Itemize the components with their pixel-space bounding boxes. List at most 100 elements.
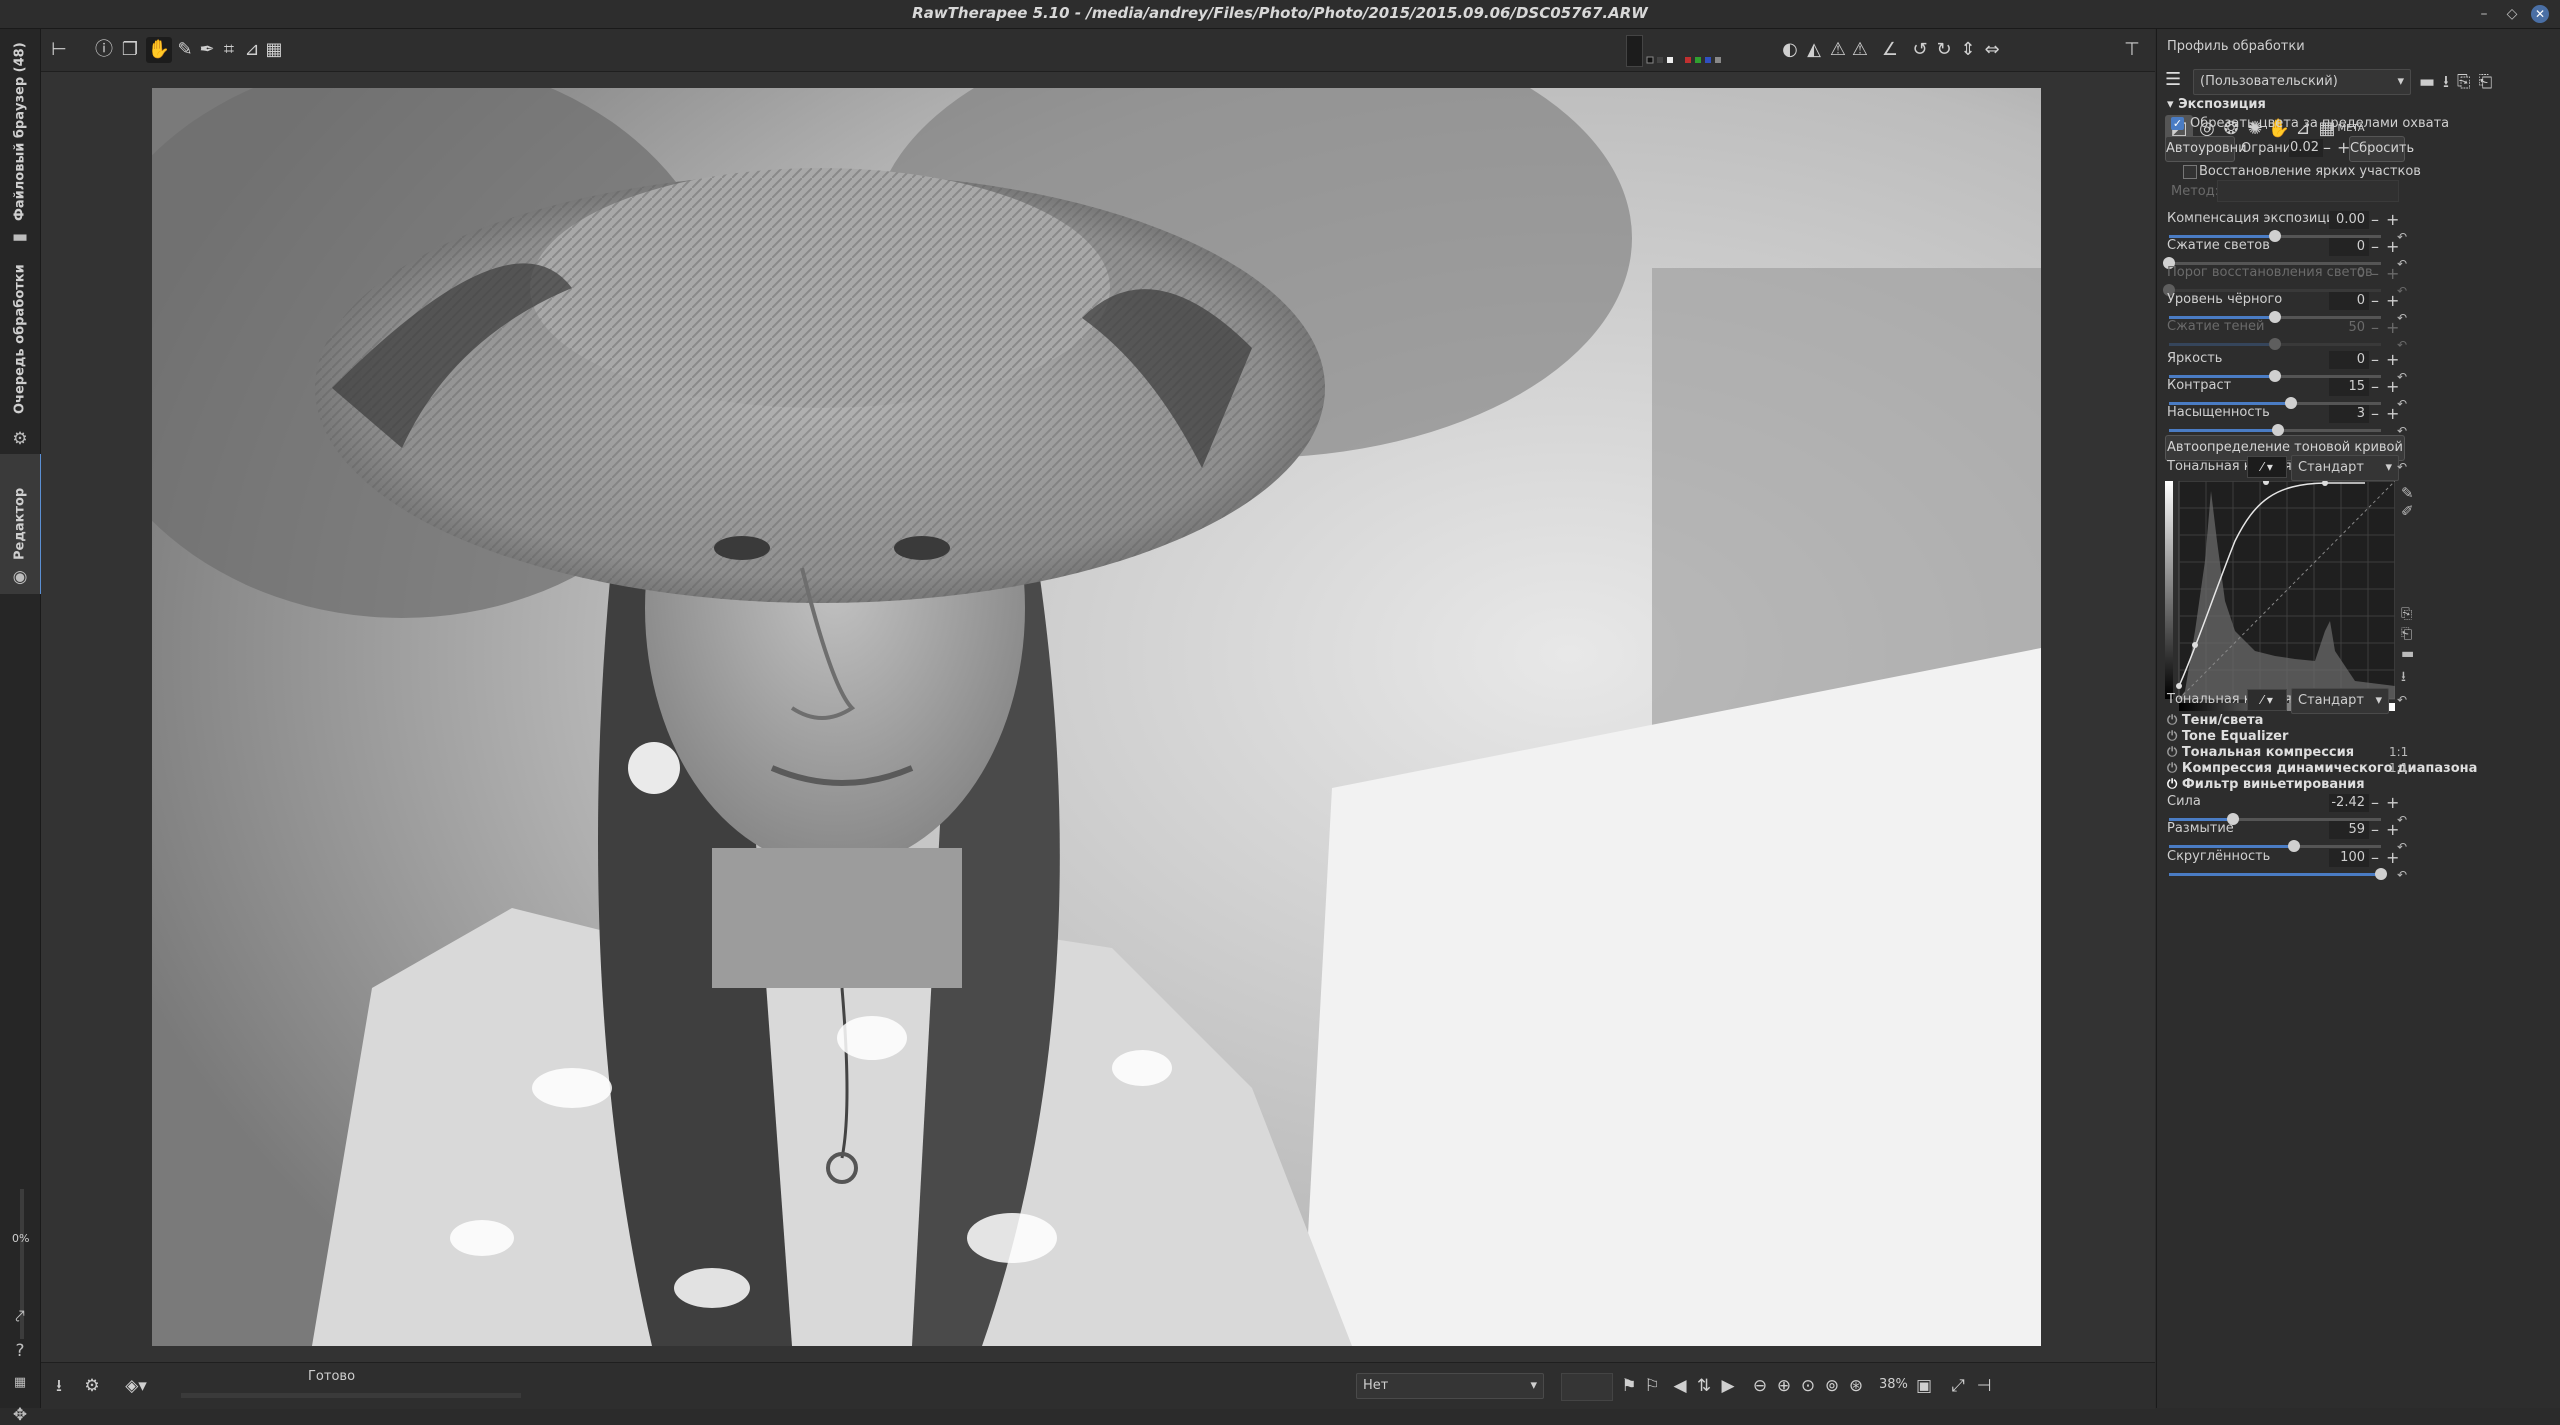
color-picker-icon[interactable]: ▦ (10, 1373, 30, 1393)
compare-dropdown[interactable]: Нет ▾ (1356, 1373, 1544, 1399)
prev-image-icon[interactable]: ◀ (1667, 1373, 1693, 1399)
new-detail-window-icon[interactable]: ▣ (1911, 1373, 1937, 1399)
limit-value[interactable]: 0.02 (2289, 139, 2323, 157)
exposure-minus-5[interactable]: – (2371, 351, 2379, 369)
power-icon[interactable]: ⏻ (2167, 777, 2182, 792)
exposure-plus-6[interactable]: + (2386, 378, 2399, 396)
perspective-icon[interactable]: ▦ (261, 37, 287, 63)
select-icon[interactable]: ⚐ (1639, 1373, 1665, 1399)
curve-edit-point-icon[interactable]: ✎ (2401, 484, 2414, 502)
power-icon[interactable]: ⏻ (2167, 745, 2182, 760)
vignette-plus-1[interactable]: + (2386, 821, 2399, 839)
preview-channel-buttons[interactable] (1645, 49, 1765, 64)
tab-file-browser[interactable]: Файловый браузер (48) (0, 37, 40, 227)
vignette-slider-2[interactable] (2169, 868, 2387, 880)
close-icon[interactable]: ✕ (2531, 5, 2549, 23)
vignette-reset-icon-2[interactable]: ↶ (2397, 868, 2407, 882)
exposure-slider-7[interactable] (2169, 424, 2381, 436)
highlight-recovery-checkbox[interactable] (2183, 165, 2197, 179)
send-icon[interactable]: ⤤ (10, 1307, 30, 1327)
exposure-minus-2[interactable]: – (2371, 265, 2379, 283)
curve1-type-button[interactable]: ⁄ ▾ (2247, 456, 2287, 478)
exposure-value-5[interactable]: 0 (2329, 351, 2369, 369)
next-image-icon[interactable]: ▶ (1715, 1373, 1741, 1399)
tool-header-4[interactable]: ⏻ Фильтр виньетирования (2167, 777, 2365, 792)
profile-list-icon[interactable]: ☰ (2165, 69, 2187, 91)
curve-save-icon[interactable]: ⭳ (2401, 666, 2406, 690)
histogram-icon[interactable]: ∠ (1877, 37, 1903, 63)
exposure-value-3[interactable]: 0 (2329, 292, 2369, 310)
restore-icon[interactable]: ◇ (2503, 5, 2521, 23)
gears-icon[interactable]: ⚙ (10, 429, 30, 449)
hide-panel-icon[interactable]: ⊤ (2119, 37, 2145, 63)
exposure-slider-knob-5[interactable] (2269, 370, 2281, 382)
flip-vertical-icon[interactable]: ⇕ (1955, 37, 1981, 63)
vignette-slider-1[interactable] (2169, 840, 2381, 852)
auto-levels-button[interactable]: Автоуровни (2165, 136, 2247, 162)
rotate-right-icon[interactable]: ↻ (1931, 37, 1957, 63)
exposure-plus-3[interactable]: + (2386, 292, 2399, 310)
exposure-minus-3[interactable]: – (2371, 292, 2379, 310)
power-icon[interactable]: ⏻ (2167, 761, 2182, 776)
exposure-minus-4[interactable]: – (2371, 319, 2379, 337)
tool-header-3[interactable]: ⏻ Компрессия динамического диапазона (2167, 761, 2477, 776)
channel-selector[interactable] (1626, 35, 1643, 67)
method-dropdown[interactable] (2217, 180, 2399, 202)
exposure-plus-7[interactable]: + (2386, 405, 2399, 423)
hand-tool-icon[interactable]: ✋ (146, 37, 172, 63)
power-icon[interactable]: ⏻ (2167, 713, 2182, 728)
minimize-icon[interactable]: – (2475, 5, 2493, 23)
exposure-value-2[interactable]: 0 (2329, 265, 2369, 283)
zoom-fit-icon[interactable]: ⊙ (1795, 1373, 1821, 1399)
save-icon[interactable]: ⭳ (46, 1373, 72, 1399)
external-editor-icon[interactable]: ◈▾ (116, 1373, 156, 1399)
exposure-minus-7[interactable]: – (2371, 405, 2379, 423)
help-icon[interactable]: ? (10, 1341, 30, 1361)
vignette-minus-0[interactable]: – (2371, 794, 2379, 812)
rotate-left-icon[interactable]: ↺ (1907, 37, 1933, 63)
curve-paste-icon[interactable]: ⎗ (2401, 626, 2412, 642)
tone-curve-editor[interactable] (2165, 479, 2396, 721)
vignette-value-2[interactable]: 100 (2329, 849, 2369, 867)
flip-horizontal-icon[interactable]: ⇔ (1979, 37, 2005, 63)
vignette-value-0[interactable]: -2.42 (2329, 794, 2369, 812)
folder-icon[interactable]: ▬ (10, 227, 30, 247)
power-icon[interactable]: ⏻ (2167, 729, 2182, 744)
hide-history-icon[interactable]: ⊢ (46, 37, 72, 63)
exposure-slider-4[interactable] (2169, 338, 2381, 350)
exposure-slider-knob-3[interactable] (2269, 311, 2281, 323)
zoom-in-icon[interactable]: ⊕ (1771, 1373, 1797, 1399)
vignette-slider-knob-1[interactable] (2288, 840, 2301, 852)
exposure-value-7[interactable]: 3 (2329, 405, 2369, 423)
curve1-reset-icon[interactable]: ↶ (2397, 460, 2407, 474)
exposure-section-header[interactable]: ▾ Экспозиция (2167, 97, 2266, 112)
exposure-value-1[interactable]: 0 (2329, 238, 2369, 256)
exposure-slider-knob-6[interactable] (2284, 397, 2297, 409)
zoom-fit-crop-icon[interactable]: ⊚ (1819, 1373, 1845, 1399)
exposure-value-6[interactable]: 15 (2329, 378, 2369, 396)
curve-copy-icon[interactable]: ⎘ (2401, 606, 2412, 622)
profile-actions[interactable]: ▬⭳⎘⎗ (2419, 69, 2500, 98)
exposure-slider-knob-4[interactable] (2269, 338, 2281, 350)
reset-button[interactable]: Сбросить (2349, 136, 2414, 162)
tool-header-1[interactable]: ⏻ Tone Equalizer (2167, 729, 2288, 744)
vignette-minus-1[interactable]: – (2371, 821, 2379, 839)
exposure-plus-0[interactable]: + (2386, 211, 2399, 229)
zoom-out-icon[interactable]: ⊖ (1747, 1373, 1773, 1399)
exposure-value-0[interactable]: 0.00 (2329, 211, 2369, 229)
exposure-value-4[interactable]: 50 (2329, 319, 2369, 337)
vignette-value-1[interactable]: 59 (2329, 821, 2369, 839)
hide-panels-icon[interactable]: ⊣ (1971, 1373, 1997, 1399)
vignette-minus-2[interactable]: – (2371, 849, 2379, 867)
exposure-minus-6[interactable]: – (2371, 378, 2379, 396)
curve2-type-button[interactable]: ⁄ ▾ (2247, 689, 2287, 711)
exposure-minus-0[interactable]: – (2371, 211, 2379, 229)
shadow-clip-icon[interactable]: ◭ (1801, 37, 1827, 63)
focus-mask-icon[interactable]: ◐ (1777, 37, 1803, 63)
exposure-plus-2[interactable]: + (2386, 265, 2399, 283)
info-icon[interactable]: ⓘ (91, 37, 117, 63)
clip-checkbox[interactable]: ✓ (2171, 117, 2184, 130)
move-icon[interactable]: ✥ (10, 1405, 30, 1425)
aperture-icon[interactable]: ◉ (10, 567, 30, 587)
snapshot-dropdown[interactable] (1561, 1373, 1613, 1401)
